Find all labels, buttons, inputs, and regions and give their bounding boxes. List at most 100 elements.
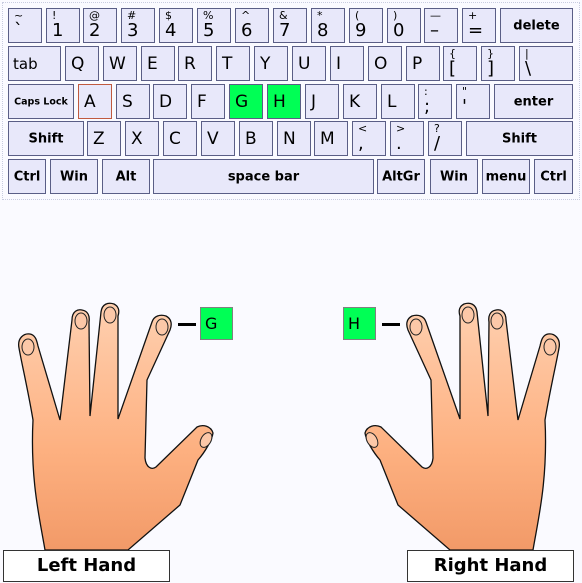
key-label: Ctrl xyxy=(540,169,567,184)
key-w[interactable]: W xyxy=(103,46,137,81)
key-s[interactable]: S xyxy=(116,84,150,119)
left-hand-label: Left Hand xyxy=(3,550,170,582)
key-–[interactable]: — – xyxy=(424,8,458,43)
key-win[interactable]: Win xyxy=(430,159,478,194)
key-shift[interactable]: Shift xyxy=(466,121,573,156)
right-hand-icon xyxy=(364,302,560,551)
key-label: P xyxy=(412,53,423,74)
key-label: 5 xyxy=(203,20,215,41)
key-][interactable]: }] xyxy=(481,46,515,81)
key-4[interactable]: $4 xyxy=(159,8,193,43)
key-alt[interactable]: Alt xyxy=(102,159,150,194)
key-label: 0 xyxy=(393,20,405,41)
key-label: H xyxy=(273,91,286,112)
key-shift[interactable]: Shift xyxy=(8,121,84,156)
key-k[interactable]: K xyxy=(343,84,377,119)
key-\[interactable]: | \ xyxy=(519,46,573,81)
key-delete[interactable]: delete xyxy=(500,8,573,43)
key-altgr[interactable]: AltGr xyxy=(377,159,425,194)
key-l[interactable]: L xyxy=(381,84,415,119)
key-[[interactable]: {[ xyxy=(443,46,477,81)
key-ctrl[interactable]: Ctrl xyxy=(534,159,573,194)
key-v[interactable]: V xyxy=(201,121,235,156)
key-j[interactable]: J xyxy=(305,84,339,119)
key-label: , xyxy=(358,133,364,154)
key-n[interactable]: N xyxy=(277,121,311,156)
key-label: D xyxy=(159,91,173,112)
key-label: U xyxy=(298,53,311,74)
key-1[interactable]: ! 1 xyxy=(46,8,80,43)
key-f[interactable]: F xyxy=(191,84,225,119)
key-label: I xyxy=(336,53,342,74)
key-label: O xyxy=(374,53,388,74)
key-;[interactable]: :; xyxy=(418,84,452,119)
key-,[interactable]: <, xyxy=(352,121,386,156)
key-o[interactable]: O xyxy=(368,46,402,81)
key-caps-lock[interactable]: Caps Lock xyxy=(8,84,74,119)
key-i[interactable]: I xyxy=(330,46,364,81)
key-label: Win xyxy=(59,169,89,184)
key-`[interactable]: ~ ` xyxy=(8,8,42,43)
key-space-bar[interactable]: space bar xyxy=(153,159,374,194)
key-7[interactable]: & 7 xyxy=(273,8,307,43)
key-=[interactable]: + = xyxy=(462,8,496,43)
key-b[interactable]: B xyxy=(239,121,273,156)
key-label: \ xyxy=(525,58,532,79)
key-label: Ctrl xyxy=(13,169,41,184)
key-h[interactable]: H xyxy=(267,84,301,119)
key-tab[interactable]: tab xyxy=(8,46,61,81)
key-e[interactable]: E xyxy=(141,46,175,81)
key-label: ' xyxy=(462,96,467,117)
left-hand-icon xyxy=(18,302,214,551)
key-label: S xyxy=(122,91,133,112)
key-9[interactable]: (9 xyxy=(349,8,383,43)
key-label: M xyxy=(320,128,335,149)
key-ctrl[interactable]: Ctrl xyxy=(8,159,46,194)
key-label: 7 xyxy=(279,20,291,41)
key-label: delete xyxy=(513,18,560,33)
key-'[interactable]: " ' xyxy=(456,84,490,119)
key-label: 2 xyxy=(89,20,101,41)
key-label: L xyxy=(387,91,397,112)
key-6[interactable]: ^ 6 xyxy=(235,8,269,43)
key-label: menu xyxy=(485,169,527,184)
key-c[interactable]: C xyxy=(163,121,197,156)
key-label: [ xyxy=(449,58,457,79)
key-z[interactable]: Z xyxy=(87,121,121,156)
key-win[interactable]: Win xyxy=(50,159,98,194)
key-y[interactable]: Y xyxy=(254,46,288,81)
key-u[interactable]: U xyxy=(292,46,326,81)
key-label: V xyxy=(207,128,219,149)
key-label: ; xyxy=(424,96,431,117)
key-label: T xyxy=(222,53,233,74)
key-label: ` xyxy=(14,20,23,41)
key-0[interactable]: ) 0 xyxy=(387,8,421,43)
key-label: E xyxy=(147,53,158,74)
key-label: ] xyxy=(487,58,495,79)
key-label: G xyxy=(235,91,249,112)
key-8[interactable]: * 8 xyxy=(311,8,345,43)
key-p[interactable]: P xyxy=(406,46,440,81)
key-x[interactable]: X xyxy=(125,121,159,156)
key-q[interactable]: Q xyxy=(65,46,99,81)
key-label: = xyxy=(468,20,484,41)
key-enter[interactable]: enter xyxy=(494,84,573,119)
key-label: Shift xyxy=(502,131,537,146)
key-menu[interactable]: menu xyxy=(482,159,530,194)
key-/[interactable]: ? / xyxy=(428,121,462,156)
key-.[interactable]: >. xyxy=(390,121,424,156)
key-t[interactable]: T xyxy=(216,46,250,81)
key-label: enter xyxy=(513,94,554,109)
key-3[interactable]: #3 xyxy=(121,8,155,43)
key-g[interactable]: G xyxy=(229,84,263,119)
key-r[interactable]: R xyxy=(178,46,212,81)
key-5[interactable]: % 5 xyxy=(197,8,231,43)
key-m[interactable]: M xyxy=(314,121,348,156)
key-a[interactable]: A xyxy=(78,84,112,119)
key-2[interactable]: @2 xyxy=(83,8,117,43)
key-d[interactable]: D xyxy=(153,84,187,119)
key-label: J xyxy=(311,91,317,112)
key-label: Alt xyxy=(115,169,137,184)
key-label: R xyxy=(184,53,196,74)
key-label: N xyxy=(283,128,296,149)
